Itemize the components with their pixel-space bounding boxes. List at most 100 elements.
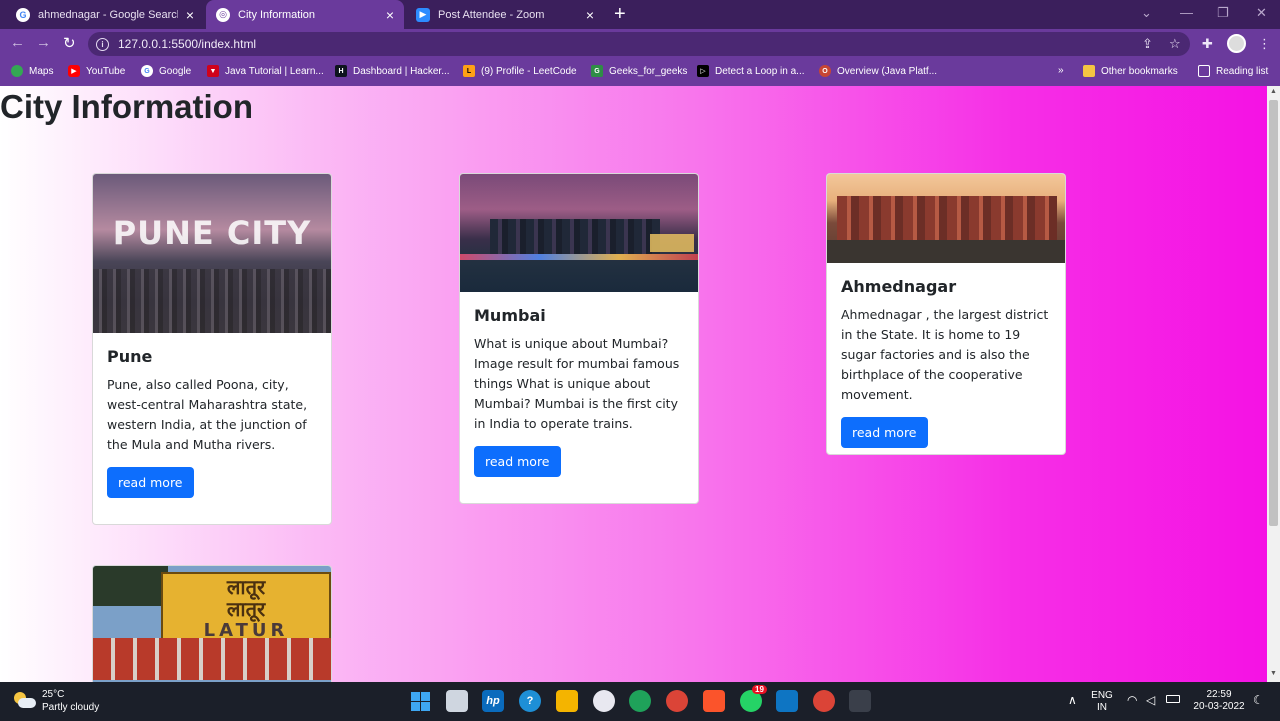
other-bookmarks-label: Other bookmarks — [1101, 65, 1178, 77]
brave-icon[interactable] — [703, 690, 725, 712]
info-icon[interactable]: i — [96, 37, 109, 51]
bookmark-label: Maps — [29, 65, 54, 77]
wifi-icon[interactable]: ◠ — [1127, 693, 1137, 707]
zoom-icon: ▶ — [416, 7, 430, 22]
pune-image: PUNE CITY — [93, 174, 331, 333]
bookmark-label: Overview (Java Platf... — [837, 65, 938, 77]
vscode-icon[interactable] — [776, 690, 798, 712]
partly-cloudy-icon — [14, 692, 36, 710]
clock[interactable]: 22:59 20-03-2022 — [1190, 689, 1248, 713]
battery-icon[interactable] — [1166, 695, 1180, 703]
address-bar[interactable]: i 127.0.0.1:5500/index.html — [88, 32, 1190, 56]
tab-title: Post Attendee - Zoom — [438, 8, 545, 21]
chrome-profile-icon[interactable] — [813, 690, 835, 712]
bookmark-detect-loop[interactable]: ▷ Detect a Loop in a... — [697, 65, 805, 77]
city-card-mumbai: Mumbai What is unique about Mumbai? Imag… — [459, 173, 699, 504]
other-bookmarks[interactable]: Other bookmarks — [1083, 65, 1178, 77]
latur-image: लातूर लातूर LATUR — [93, 566, 331, 682]
avatar[interactable] — [1227, 34, 1246, 53]
city-lights-graphic — [460, 254, 698, 260]
tray-chevron-icon[interactable]: ∧ — [1068, 693, 1077, 707]
tab-title: ahmednagar - Google Search — [38, 8, 178, 21]
close-icon[interactable]: × — [386, 7, 394, 23]
hackerrank-icon: H — [335, 65, 347, 77]
forward-icon[interactable]: → — [36, 34, 51, 51]
start-button[interactable] — [409, 690, 431, 712]
bookmark-star-icon[interactable]: ☆ — [1169, 36, 1181, 52]
tab-title: City Information — [238, 8, 316, 21]
leetcode-icon: L — [463, 65, 475, 77]
app-icon[interactable] — [593, 690, 615, 712]
reload-icon[interactable]: ↻ — [63, 34, 76, 52]
bookmark-google[interactable]: G Google — [141, 65, 191, 77]
close-window-button[interactable]: ✕ — [1256, 5, 1267, 21]
google-icon: G — [141, 65, 153, 77]
globe-icon: ◎ — [216, 7, 230, 22]
url-text[interactable]: 127.0.0.1:5500/index.html — [118, 37, 256, 51]
tab-city-information[interactable]: ◎ City Information × — [206, 0, 404, 29]
signboard-hindi-1: लातूर — [226, 575, 266, 599]
hp-icon[interactable]: hp — [482, 690, 504, 712]
java-icon: ▼ — [207, 65, 219, 77]
clock-date: 20-03-2022 — [1193, 701, 1245, 712]
bookmark-maps[interactable]: Maps — [11, 65, 53, 77]
edge-icon[interactable] — [629, 690, 651, 712]
page-scrollbar[interactable]: ▲ ▼ — [1267, 86, 1280, 682]
tree-graphic — [93, 566, 168, 606]
close-icon[interactable]: × — [586, 7, 594, 23]
reading-list[interactable]: Reading list — [1198, 65, 1268, 77]
language-indicator[interactable]: ENG IN — [1091, 690, 1113, 714]
task-view-icon[interactable] — [446, 690, 468, 712]
tab-search-chevron-icon[interactable]: ⌄ — [1141, 5, 1152, 21]
snipping-tool-icon[interactable] — [849, 690, 871, 712]
bookmark-hackerrank[interactable]: H Dashboard | Hacker... — [335, 65, 450, 77]
bookmark-label: Java Tutorial | Learn... — [225, 65, 324, 77]
card-body: Mumbai What is unique about Mumbai? Imag… — [460, 292, 698, 477]
bookmark-label: (9) Profile - LeetCode — [481, 65, 577, 77]
scrollbar-thumb[interactable] — [1269, 100, 1278, 526]
volume-icon[interactable]: ◁ — [1146, 693, 1155, 707]
restore-button[interactable]: ❐ — [1217, 5, 1229, 21]
scroll-down-arrow-icon[interactable]: ▼ — [1270, 670, 1277, 677]
play-icon: ▷ — [697, 65, 709, 77]
tab-google-search[interactable]: G ahmednagar - Google Search × — [6, 0, 204, 29]
read-more-button[interactable]: read more — [107, 467, 194, 498]
bookmark-geeks-for-geeks[interactable]: G Geeks_for_geeks — [591, 65, 687, 77]
close-icon[interactable]: × — [186, 7, 194, 23]
help-icon[interactable]: ? — [519, 690, 541, 712]
city-card-latur: लातूर लातूर LATUR — [92, 565, 332, 682]
card-body: Pune Pune, also called Poona, city, west… — [93, 333, 331, 498]
maps-icon — [11, 65, 23, 77]
bookmark-label: YouTube — [86, 65, 126, 77]
bookmarks-overflow-button[interactable]: » — [1058, 65, 1064, 76]
lang-top: ENG — [1091, 690, 1113, 701]
weather-widget[interactable]: 25°C Partly cloudy — [14, 688, 99, 714]
read-more-button[interactable]: read more — [841, 417, 928, 448]
windows-icon — [410, 691, 430, 711]
card-title: Ahmednagar — [841, 277, 957, 296]
file-explorer-icon[interactable] — [556, 690, 578, 712]
folder-icon — [1083, 65, 1095, 77]
bookmark-leetcode[interactable]: L (9) Profile - LeetCode — [463, 65, 577, 77]
card-body: Ahmednagar Ahmednagar , the largest dist… — [827, 263, 1065, 448]
share-icon[interactable]: ⇪ — [1142, 36, 1153, 52]
menu-icon[interactable]: ⋮ — [1258, 36, 1271, 52]
back-icon[interactable]: ← — [10, 34, 25, 51]
tab-zoom[interactable]: ▶ Post Attendee - Zoom × — [406, 0, 604, 29]
station-building-graphic — [837, 196, 1057, 240]
minimize-button[interactable]: — — [1180, 5, 1193, 20]
read-more-button[interactable]: read more — [474, 446, 561, 477]
whatsapp-icon[interactable]: 19 — [740, 685, 767, 712]
city-skyline-graphic — [93, 269, 331, 333]
notifications-icon[interactable]: ☾ — [1253, 693, 1264, 707]
city-card-pune: PUNE CITY Pune Pune, also called Poona, … — [92, 173, 332, 525]
mumbai-image — [460, 174, 698, 292]
chrome-icon[interactable] — [666, 690, 688, 712]
extensions-icon[interactable]: ✚ — [1202, 36, 1213, 52]
bookmark-youtube[interactable]: ▶ YouTube — [68, 65, 125, 77]
ahmednagar-image — [827, 174, 1065, 263]
new-tab-button[interactable]: + — [614, 3, 626, 26]
bookmark-java-overview[interactable]: O Overview (Java Platf... — [819, 65, 937, 77]
scroll-up-arrow-icon[interactable]: ▲ — [1270, 88, 1277, 95]
bookmark-java-tutorial[interactable]: ▼ Java Tutorial | Learn... — [207, 65, 324, 77]
